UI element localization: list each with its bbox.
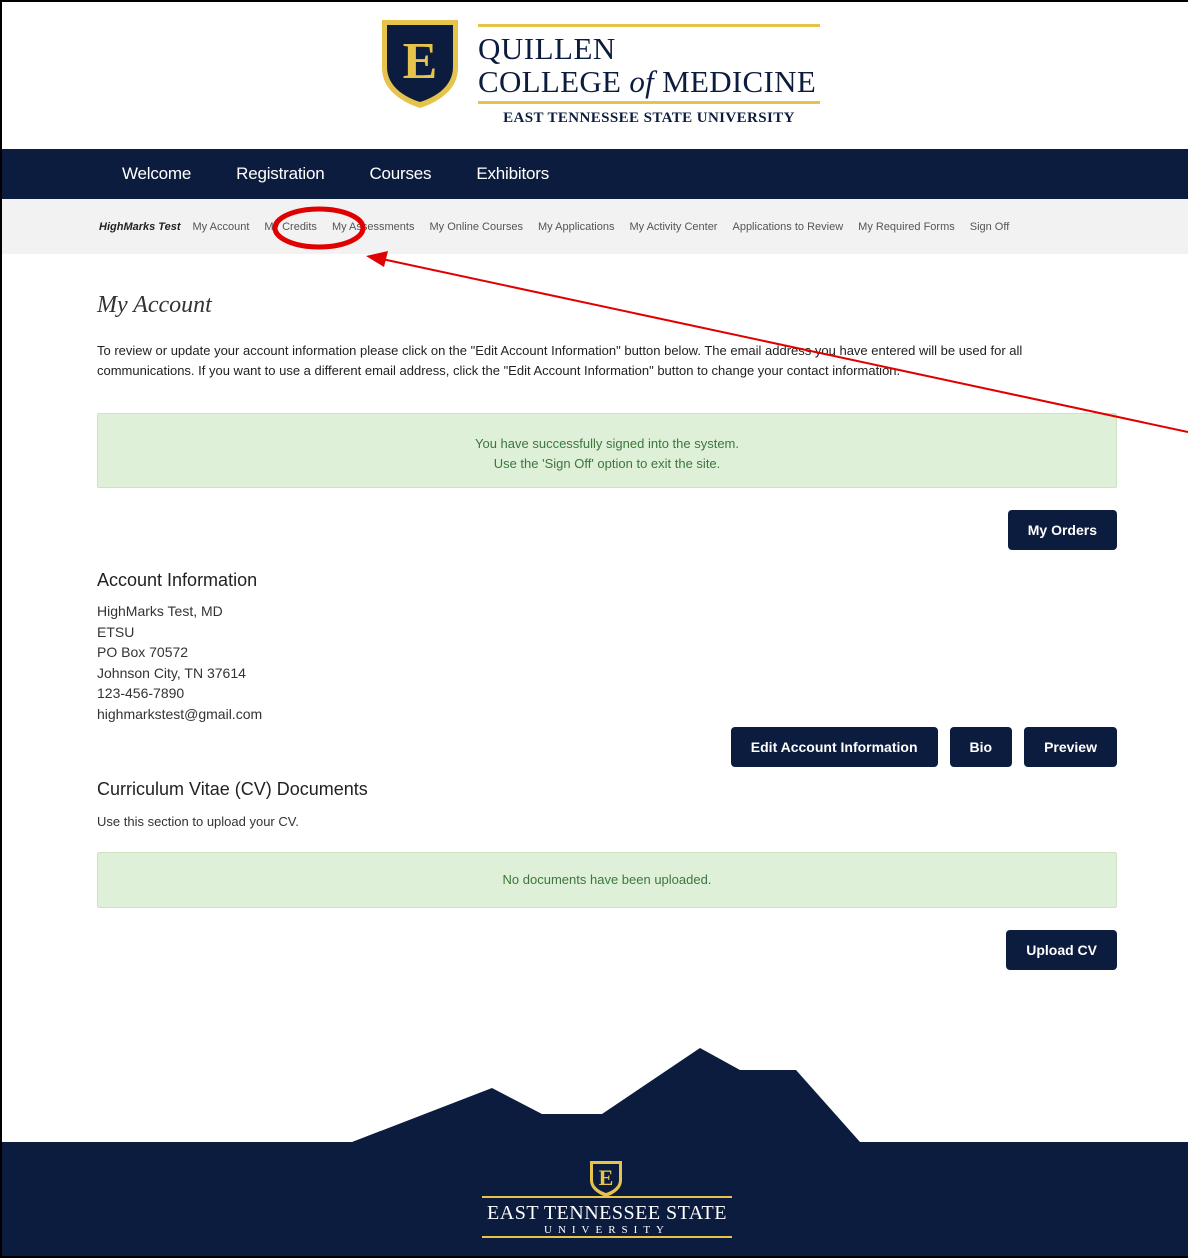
account-phone: 123-456-7890	[97, 685, 185, 701]
nav-registration[interactable]: Registration	[236, 164, 325, 184]
site-header: E QUILLEN COLLEGE of MEDICINE EAST TENNE…	[2, 2, 1188, 149]
shield-letter: E	[403, 33, 438, 90]
subnav-my-activity-center[interactable]: My Activity Center	[629, 221, 717, 233]
bio-button[interactable]: Bio	[949, 727, 1013, 767]
cv-actions: Upload CV	[97, 930, 1117, 970]
footer-shield-icon: E	[590, 1161, 622, 1197]
subnav-my-applications[interactable]: My Applications	[538, 221, 614, 233]
footer-wordmark[interactable]: EAST TENNESSEE STATE UNIVERSITY	[482, 1196, 732, 1238]
nav-exhibitors[interactable]: Exhibitors	[476, 164, 549, 184]
alert-line-1: You have successfully signed into the sy…	[475, 436, 739, 451]
subnav-applications-to-review[interactable]: Applications to Review	[732, 221, 843, 233]
signed-in-user: HighMarks Test	[99, 220, 181, 233]
subnav-sign-off[interactable]: Sign Off	[970, 221, 1010, 233]
brand-line-3: EAST TENNESSEE STATE UNIVERSITY	[503, 110, 795, 126]
account-address-block: HighMarks Test, MD ETSU PO Box 70572 Joh…	[97, 601, 1117, 724]
gold-rule	[478, 24, 820, 27]
account-subnav: HighMarks Test My Account My Credits My …	[2, 199, 1188, 254]
account-city: Johnson City, TN 37614	[97, 664, 246, 681]
footer-line-2: UNIVERSITY	[544, 1224, 670, 1236]
edit-account-button[interactable]: Edit Account Information	[730, 727, 938, 767]
subnav-my-required-forms[interactable]: My Required Forms	[858, 221, 955, 233]
main-content: My Account To review or update your acco…	[97, 292, 1117, 970]
signed-in-alert: You have successfully signed into the sy…	[97, 413, 1117, 488]
subnav-my-assessments[interactable]: My Assessments	[332, 221, 415, 233]
account-po-box: PO Box 70572	[97, 644, 189, 660]
cv-heading: Curriculum Vitae (CV) Documents	[97, 779, 368, 799]
intro-text: To review or update your account informa…	[97, 343, 1023, 378]
gold-rule	[482, 1196, 732, 1198]
account-org: ETSU	[97, 623, 135, 640]
svg-text:E: E	[599, 1165, 614, 1190]
gold-rule	[478, 101, 820, 104]
nav-courses[interactable]: Courses	[369, 164, 431, 184]
account-actions: Edit Account Information Bio Preview	[97, 727, 1117, 767]
etsu-shield-logo[interactable]: E	[378, 16, 462, 110]
brand-line-2: COLLEGE of MEDICINE	[478, 64, 817, 99]
my-orders-button[interactable]: My Orders	[1007, 510, 1117, 550]
brand-line-1: QUILLEN	[478, 31, 616, 66]
footer-line-1: EAST TENNESSEE STATE	[487, 1202, 727, 1224]
subnav-my-online-courses[interactable]: My Online Courses	[429, 221, 523, 233]
no-documents-alert: No documents have been uploaded.	[97, 852, 1117, 908]
preview-button[interactable]: Preview	[1024, 727, 1117, 767]
college-wordmark[interactable]: QUILLEN COLLEGE of MEDICINE EAST TENNESS…	[478, 24, 820, 127]
orders-row: My Orders	[97, 510, 1117, 550]
subnav-my-account[interactable]: My Account	[193, 221, 250, 233]
upload-cv-button[interactable]: Upload CV	[1006, 930, 1117, 970]
page-frame: E QUILLEN COLLEGE of MEDICINE EAST TENNE…	[0, 0, 1188, 1258]
account-email: highmarkstest@gmail.com	[97, 705, 263, 722]
page-title: My Account	[97, 292, 212, 318]
alert-line-2: Use the 'Sign Off' option to exit the si…	[493, 456, 721, 471]
gold-rule	[482, 1236, 732, 1238]
main-nav: Welcome Registration Courses Exhibitors	[2, 149, 1188, 199]
subnav-my-credits[interactable]: My Credits	[264, 221, 317, 233]
cv-description: Use this section to upload your CV.	[97, 814, 299, 829]
account-name: HighMarks Test, MD	[97, 603, 223, 619]
account-info-heading: Account Information	[97, 570, 258, 590]
nav-welcome[interactable]: Welcome	[122, 164, 191, 184]
